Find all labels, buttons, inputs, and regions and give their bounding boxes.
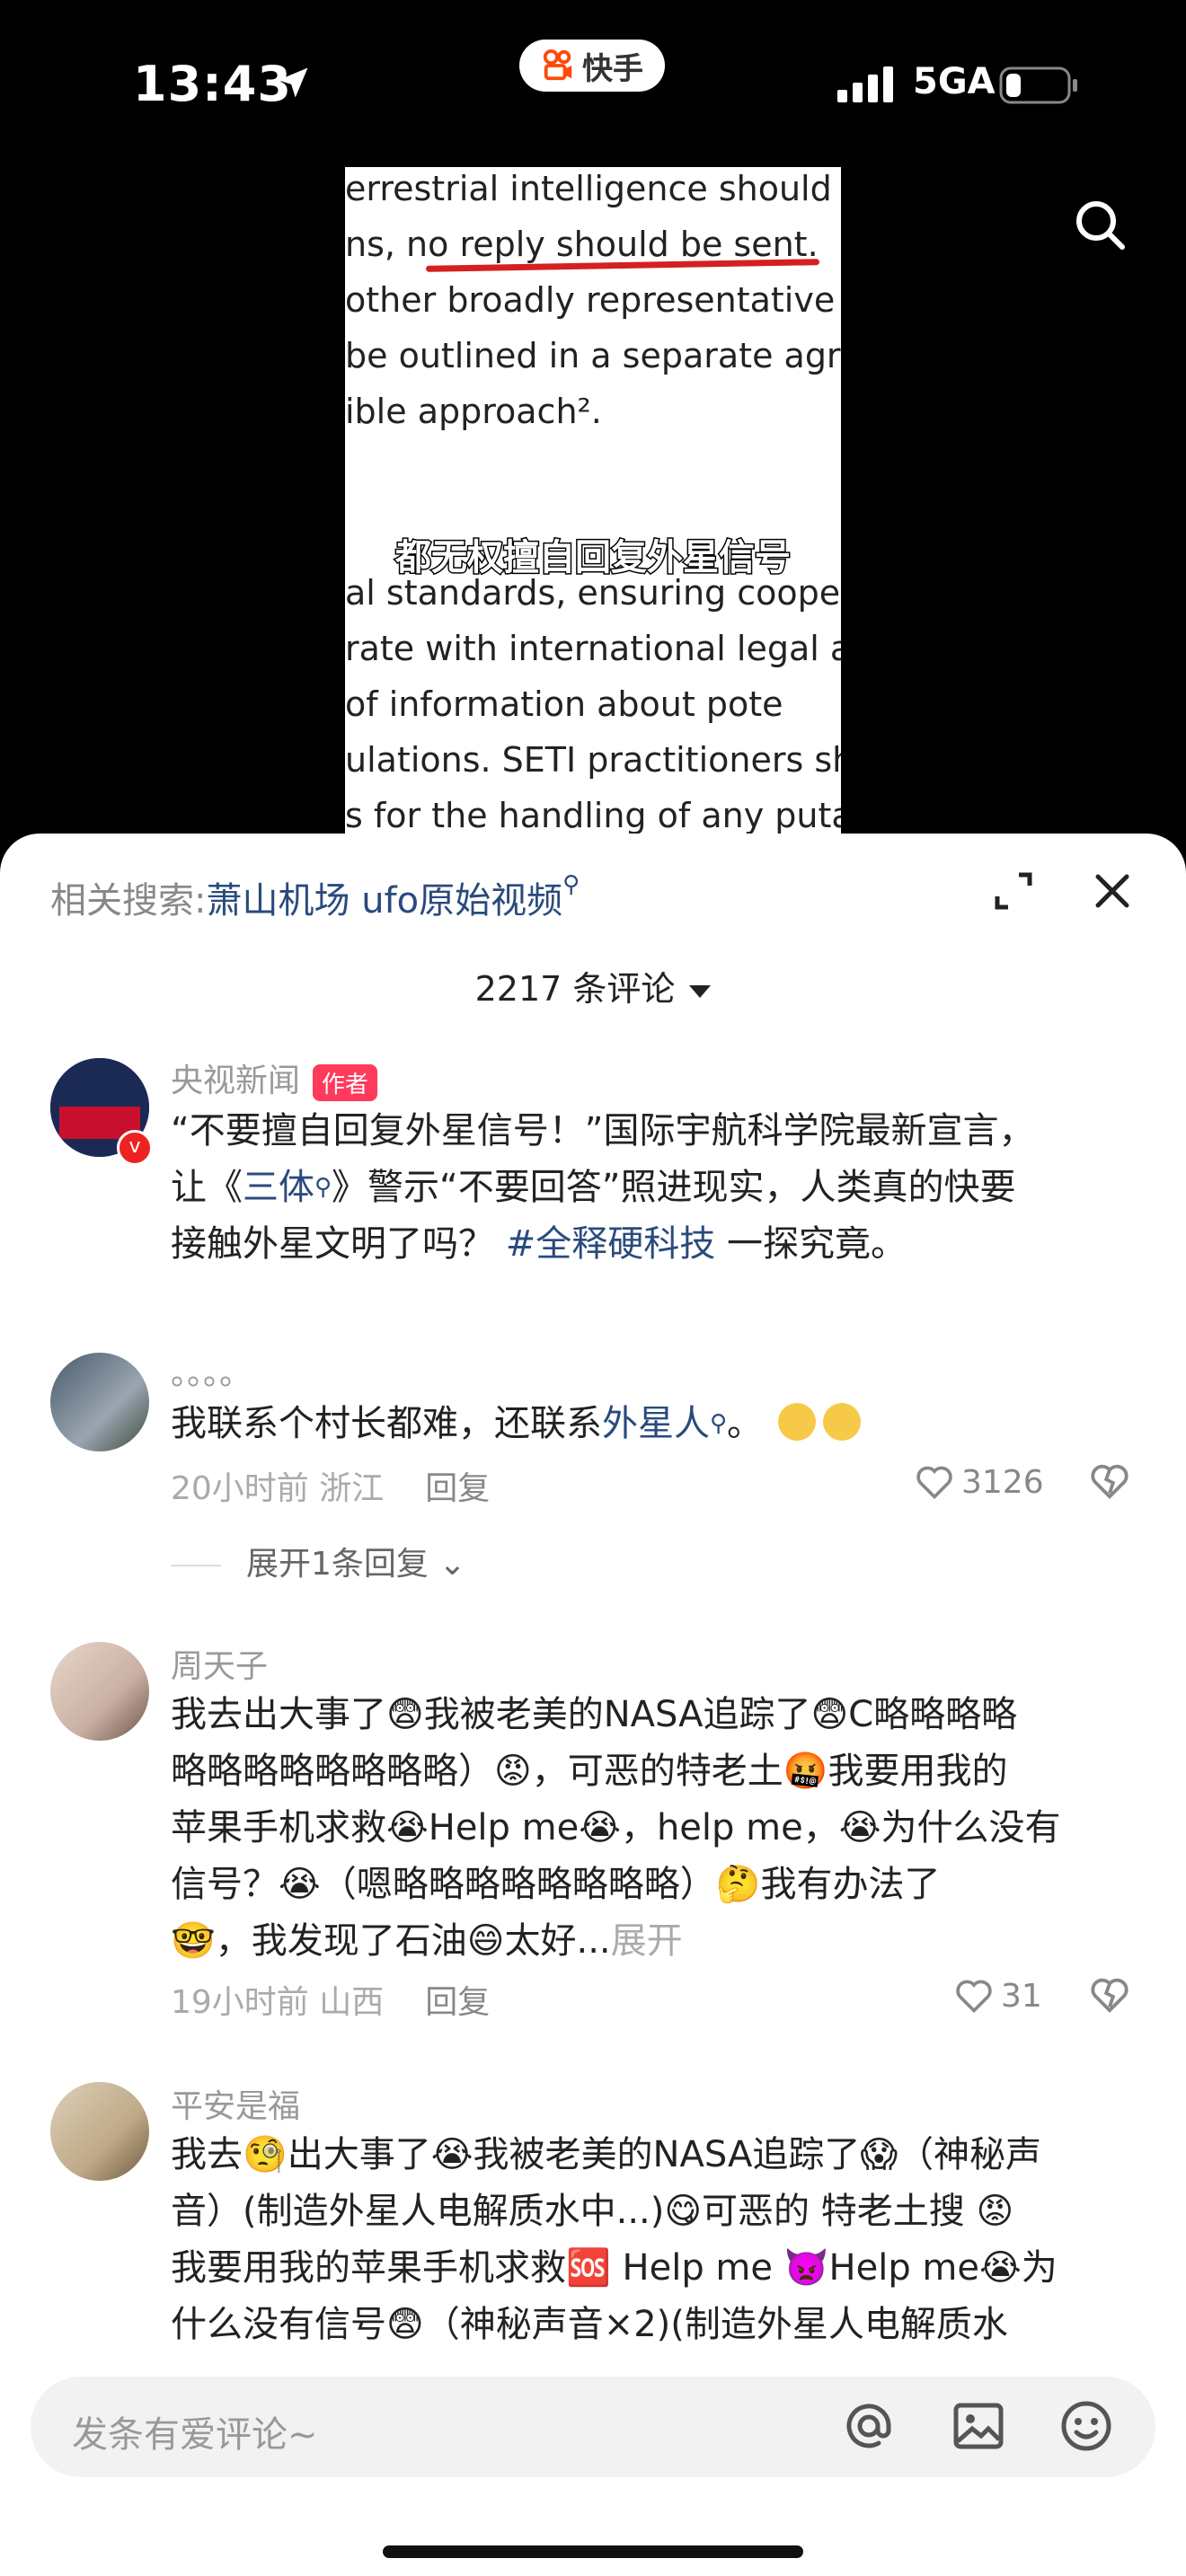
- divider: [171, 1565, 221, 1566]
- comment-author[interactable]: 平安是福: [171, 2080, 300, 2127]
- avatar[interactable]: [50, 1642, 149, 1741]
- search-mini-icon: ⚲: [710, 1410, 728, 1437]
- text-segment: 让《: [171, 1167, 243, 1208]
- santi-link[interactable]: 三体: [243, 1167, 314, 1208]
- related-search[interactable]: 相关搜索:萧山机场 ufo原始视频⚲: [50, 871, 580, 923]
- comment-author[interactable]: 周天子: [171, 1640, 268, 1687]
- comment-count[interactable]: 2217 条评论: [0, 961, 1186, 1010]
- battery-icon: [999, 66, 1077, 104]
- comment-line: 接触外星文明了吗？ #全释硬科技 一探究竟。: [171, 1216, 1141, 1273]
- kuaishou-logo-icon: [543, 49, 572, 81]
- text-segment: 🤓，我发现了石油😄太好...: [171, 1920, 611, 1962]
- like-button[interactable]: 3126: [915, 1462, 1044, 1502]
- comment-count-text: 2217 条评论: [474, 969, 676, 1009]
- input-placeholder: 发条有爱评论~: [72, 2414, 318, 2456]
- video-frame[interactable]: errestrial intelligence should b ns, no …: [345, 167, 841, 850]
- comment-line: 让《三体⚲》警示“不要回答”照进现实，人类真的快要: [171, 1160, 1141, 1216]
- emoji-icon[interactable]: [1057, 2396, 1116, 2456]
- home-indicator[interactable]: [383, 2545, 803, 2558]
- app-switch-pill[interactable]: 快手: [519, 40, 665, 92]
- doc-line: of information about pote: [345, 684, 783, 724]
- text-segment: 一探究竟。: [726, 1223, 907, 1265]
- search-mini-icon: ⚲: [314, 1174, 332, 1201]
- clock: 13:43: [133, 56, 292, 112]
- doc-line: ns, no reply should be sent.: [345, 225, 819, 264]
- at-icon[interactable]: [839, 2396, 898, 2456]
- author-badge: 作者: [313, 1063, 378, 1101]
- comment-author[interactable]: 央视新闻 作者: [171, 1054, 378, 1101]
- author-name: 央视新闻: [171, 1063, 301, 1099]
- doc-line: other broadly representative: [345, 280, 836, 320]
- heart-icon: [916, 1466, 952, 1500]
- comment-sheet: 相关搜索:萧山机场 ufo原始视频⚲ 2217 条评论 v 央视新闻 作者 “不要…: [0, 834, 1186, 2576]
- caret-down-icon: [689, 984, 712, 998]
- comment-line: 什么没有信号😨（神秘声音×2)(制造外星人电解质水: [171, 2304, 1008, 2345]
- comment-line: “不要擅自回复外星信号！”国际宇航科学院最新宣言，: [171, 1110, 1035, 1151]
- related-label: 相关搜索:: [50, 880, 207, 922]
- comment-line: 略略略略略略略略）😡，可恶的特老土🤬我要用我的: [171, 1751, 1008, 1792]
- hashtag-link[interactable]: #全释硬科技: [506, 1223, 716, 1265]
- expand-text-button[interactable]: 展开: [611, 1920, 683, 1962]
- comment-line: 我去🧐出大事了😭我被老美的NASA追踪了😱（神秘声: [171, 2134, 1042, 2175]
- reply-button[interactable]: 回复: [425, 1470, 490, 1507]
- text-segment: 》警示“不要回答”照进现实，人类真的快要: [332, 1167, 1016, 1208]
- search-icon[interactable]: [1071, 196, 1128, 253]
- comment-input[interactable]: 发条有爱评论~: [31, 2377, 1155, 2477]
- signal-icon: [837, 66, 893, 102]
- doc-line: al standards, ensuring coope: [345, 573, 841, 613]
- network-type: 5GA: [913, 61, 996, 102]
- doc-line: ible approach².: [345, 392, 602, 431]
- comment-line: 苹果手机求救😭Help me😭，help me，😭为什么没有: [171, 1807, 1061, 1848]
- doc-line: rate with international legal au: [345, 629, 841, 668]
- laughing-crying-emoji: [822, 1403, 861, 1441]
- comment-text: 我去出大事了😨我被老美的NASA追踪了😨C略略略略 略略略略略略略略）😡，可恶的…: [171, 1687, 1141, 1970]
- app-name: 快手: [582, 50, 643, 87]
- search-mini-icon: ⚲: [562, 871, 580, 898]
- related-query-link[interactable]: 萧山机场 ufo原始视频: [206, 880, 562, 922]
- chevron-down-icon: ⌄: [438, 1546, 466, 1583]
- doc-line: errestrial intelligence should b: [345, 169, 841, 208]
- like-count: 3126: [961, 1463, 1044, 1501]
- avatar[interactable]: [50, 2082, 149, 2181]
- like-count: 31: [1001, 1977, 1042, 2015]
- avatar[interactable]: [50, 1353, 149, 1451]
- image-icon[interactable]: [949, 2396, 1008, 2456]
- comment-meta: 20小时前 浙江 回复: [171, 1462, 490, 1509]
- verified-badge: v: [117, 1130, 153, 1166]
- dislike-heart-icon[interactable]: [1089, 1974, 1130, 2016]
- comment-text: 我去🧐出大事了😭我被老美的NASA追踪了😱（神秘声 音）(制造外星人电解质水中.…: [171, 2127, 1141, 2353]
- alien-link[interactable]: 外星人: [602, 1403, 710, 1444]
- comment-line: 我要用我的苹果手机求救🆘 Help me 👿Help me😭为: [171, 2247, 1058, 2289]
- comment-line: 我去出大事了😨我被老美的NASA追踪了😨C略略略略: [171, 1694, 1018, 1735]
- dislike-heart-icon[interactable]: [1089, 1460, 1130, 1502]
- reply-button[interactable]: 回复: [425, 1984, 490, 2021]
- close-icon[interactable]: [1089, 868, 1136, 914]
- comment-line: 音）(制造外星人电解质水中...)😋可恶的 特老土搜 😡: [171, 2191, 1014, 2232]
- text-segment: 。: [727, 1403, 764, 1444]
- doc-line: s for the handling of any putat: [345, 796, 841, 835]
- comment-text: “不要擅自回复外星信号！”国际宇航科学院最新宣言， 让《三体⚲》警示“不要回答”…: [171, 1103, 1141, 1273]
- time-location: 20小时前 浙江: [171, 1470, 385, 1507]
- comment-line: 信号？😭（嗯略略略略略略略略）🤔我有办法了: [171, 1864, 941, 1905]
- comment-meta: 19小时前 山西 回复: [171, 1976, 490, 2023]
- expand-label: 展开1条回复: [246, 1546, 429, 1583]
- text-segment: 我联系个村长都难，还联系: [171, 1403, 602, 1444]
- like-button[interactable]: 31: [954, 1976, 1042, 2016]
- comment-line: 🤓，我发现了石油😄太好...展开: [171, 1913, 1141, 1970]
- heart-icon: [956, 1980, 992, 2014]
- comment-text: 我联系个村长都难，还联系外星人⚲。: [171, 1396, 1141, 1452]
- status-bar: 13:43 快手 5GA: [0, 0, 1186, 171]
- laughing-crying-emoji: [777, 1403, 816, 1441]
- location-arrow-icon: [278, 67, 308, 98]
- time-location: 19小时前 山西: [171, 1984, 385, 2021]
- expand-replies-button[interactable]: 展开1条回复 ⌄: [171, 1538, 466, 1584]
- text-segment: 接触外星文明了吗？: [171, 1223, 494, 1265]
- doc-line: be outlined in a separate agr: [345, 336, 841, 375]
- doc-line: ulations. SETI practitioners sh: [345, 740, 841, 780]
- comment-author[interactable]: 。。。。: [171, 1347, 252, 1394]
- expand-icon[interactable]: [992, 869, 1035, 913]
